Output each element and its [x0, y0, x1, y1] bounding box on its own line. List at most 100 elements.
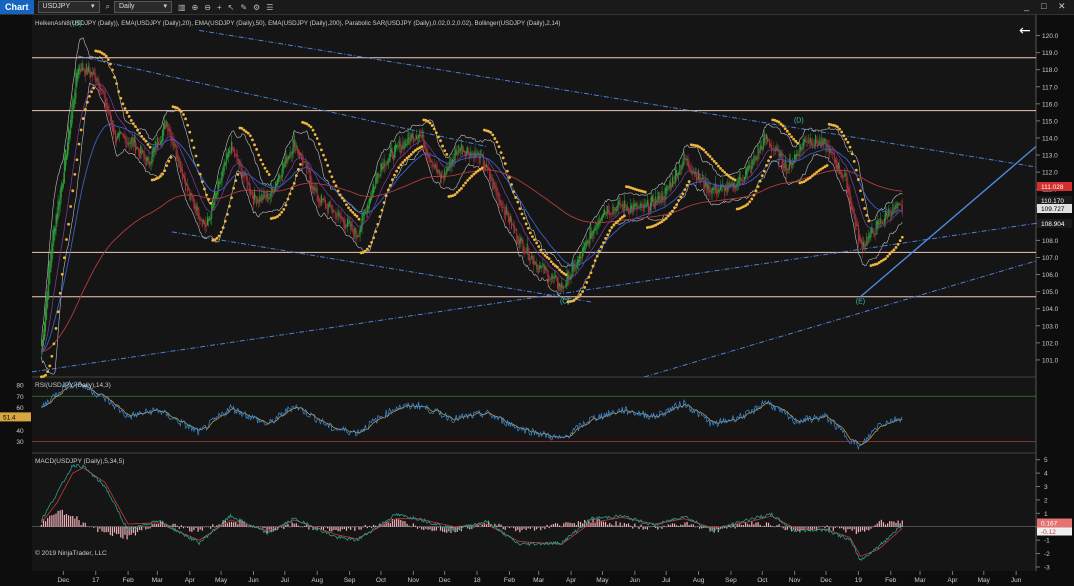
- candle-body: [559, 283, 561, 287]
- sar-dot: [503, 162, 507, 165]
- sar-dot: [610, 226, 614, 229]
- rsi-header: RSI(USDJPY (Daily),14,3): [35, 382, 111, 389]
- time-tick-label: Jul: [281, 577, 290, 584]
- candle-body: [314, 188, 316, 192]
- macd-histogram-bar: [201, 526, 203, 531]
- bar-chart-icon[interactable]: ▥: [178, 3, 186, 12]
- candle-body: [199, 216, 201, 221]
- macd-histogram-bar: [214, 526, 216, 528]
- candle-body: [665, 187, 667, 194]
- macd-histogram-bar: [88, 526, 91, 528]
- macd-histogram-bar: [124, 526, 126, 535]
- maximize-button[interactable]: □: [1041, 1, 1046, 11]
- candle-body: [383, 159, 385, 168]
- instrument-selector[interactable]: USDJPY ▾: [37, 1, 100, 13]
- candle-body: [464, 150, 466, 153]
- sar-dot: [547, 257, 551, 261]
- sar-dot: [746, 202, 750, 206]
- candle-body: [255, 195, 257, 198]
- sar-dot: [115, 82, 119, 86]
- candle-body: [521, 239, 523, 243]
- candle-body: [618, 199, 620, 206]
- sar-dot: [215, 236, 219, 240]
- candle-body: [51, 243, 53, 263]
- macd-tick-label: 4: [1044, 471, 1048, 478]
- candle-body: [542, 263, 544, 267]
- macd-histogram-bar: [761, 526, 763, 527]
- sar-dot: [228, 204, 231, 208]
- candle-body: [582, 248, 584, 258]
- sar-dot: [752, 193, 756, 197]
- sar-dot: [606, 233, 610, 237]
- macd-histogram-bar: [872, 526, 874, 528]
- settings-icon[interactable]: ☰: [266, 3, 273, 12]
- candle-body: [472, 153, 474, 155]
- candle-body: [76, 73, 78, 86]
- candle-body: [329, 201, 331, 207]
- macd-histogram-bar: [561, 526, 563, 528]
- candle-body: [474, 150, 476, 158]
- candle-body: [803, 138, 805, 146]
- macd-histogram-bar: [855, 526, 857, 535]
- candle-body: [551, 275, 553, 279]
- sar-dot: [612, 223, 616, 227]
- sar-dot: [495, 140, 499, 144]
- sar-dot: [374, 230, 378, 233]
- candle-body: [535, 262, 537, 264]
- wave-label: (E): [856, 299, 865, 306]
- chart-tab[interactable]: Chart: [0, 0, 34, 14]
- draw-tools-icon[interactable]: ✎: [240, 3, 247, 12]
- macd-value-label: 0.167: [1041, 521, 1058, 528]
- sar-dot: [347, 206, 350, 210]
- search-icon[interactable]: ⌕: [106, 2, 110, 12]
- pointer-icon[interactable]: ↖: [228, 3, 235, 12]
- back-arrow-icon[interactable]: ←: [1019, 23, 1031, 39]
- sar-dot: [401, 161, 405, 164]
- sar-dot: [733, 178, 737, 182]
- sar-dot: [597, 249, 601, 253]
- macd-histogram-bar: [370, 526, 373, 528]
- candle-body: [265, 195, 267, 200]
- minimize-button[interactable]: _: [1024, 1, 1029, 11]
- candle-body: [121, 132, 123, 134]
- candle-body: [305, 161, 307, 163]
- candle-body: [387, 158, 389, 164]
- close-button[interactable]: ✕: [1058, 1, 1066, 12]
- macd-histogram-bar: [828, 526, 830, 530]
- zoom-in-icon[interactable]: ⊕: [192, 3, 199, 12]
- candle-body: [197, 207, 199, 219]
- macd-histogram-bar: [795, 526, 797, 531]
- candle-body: [669, 181, 671, 188]
- candle-body: [859, 237, 861, 243]
- timeframe-selector[interactable]: Daily ▾: [114, 1, 172, 13]
- candle-body: [241, 164, 243, 180]
- candle-body: [289, 152, 291, 158]
- candle-body: [572, 261, 574, 272]
- sar-dot: [894, 246, 898, 249]
- candle-body: [77, 68, 79, 80]
- macd-histogram-bar: [385, 522, 387, 527]
- candle-body: [97, 78, 99, 80]
- sar-dot: [342, 199, 346, 203]
- macd-histogram-bar: [536, 526, 538, 530]
- candle-body: [81, 63, 83, 71]
- candle-body: [657, 196, 659, 203]
- sar-dot: [677, 199, 681, 202]
- candle-body: [872, 229, 874, 233]
- candle-body: [116, 137, 118, 142]
- candle-body: [524, 250, 526, 254]
- candle-body: [223, 161, 225, 172]
- candle-body: [504, 210, 506, 220]
- strategy-icon[interactable]: ⚙: [253, 3, 260, 12]
- sar-dot: [144, 139, 148, 143]
- macd-histogram-bar: [239, 520, 241, 527]
- price-tick-label: 117.0: [1042, 84, 1058, 91]
- candle-body: [537, 264, 539, 267]
- candle-body: [715, 186, 717, 195]
- candle-body: [109, 111, 111, 122]
- macd-histogram-bar: [170, 525, 172, 527]
- chart-area[interactable]: 101.0 102.0 103.0 104.0 105.0 106.0 107.0 108.0…: [0, 15, 1074, 586]
- macd-histogram-bar: [542, 526, 544, 528]
- zoom-out-icon[interactable]: ⊖: [204, 3, 211, 12]
- crosshair-icon[interactable]: +: [217, 3, 222, 12]
